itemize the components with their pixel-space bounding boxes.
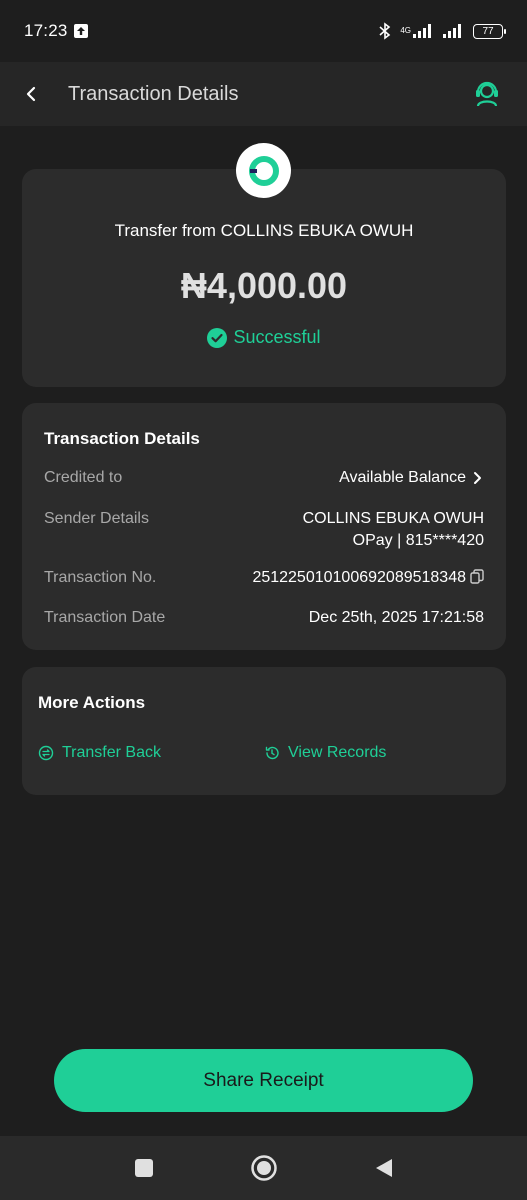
circle-icon: [250, 1155, 277, 1181]
status-badge: Successful: [22, 327, 506, 348]
recent-apps-button[interactable]: [129, 1153, 159, 1183]
system-navigation-bar: [0, 1136, 527, 1200]
sender-details-value: COLLINS EBUKA OWUH OPay | 815****420: [303, 510, 484, 550]
more-actions-card: More Actions Transfer Back View Records: [22, 667, 506, 795]
transaction-number-label: Transaction No.: [44, 569, 157, 586]
upload-notification-icon: [73, 24, 88, 38]
transaction-date-row: Transaction Date Dec 25th, 2025 17:21:58: [44, 609, 484, 627]
headset-icon: [476, 81, 498, 107]
transfer-back-button[interactable]: Transfer Back: [38, 744, 161, 762]
share-receipt-label: Share Receipt: [203, 1069, 324, 1091]
battery-level: 77: [482, 25, 494, 37]
page-title: Transaction Details: [68, 82, 239, 105]
credited-to-label: Credited to: [44, 469, 123, 486]
back-button[interactable]: [24, 78, 56, 110]
signal-icon-2: [443, 24, 461, 38]
status-bar: 17:23 4G 77: [0, 0, 527, 62]
check-circle-icon: [207, 327, 228, 348]
details-heading: Transaction Details: [44, 429, 200, 448]
transaction-number-text: 251225010100692089518348: [252, 569, 466, 586]
transaction-amount: ₦4,000.00: [180, 265, 348, 306]
back-nav-button[interactable]: [369, 1153, 399, 1183]
sender-bank-logo: [236, 143, 291, 198]
credited-to-text: Available Balance: [339, 469, 466, 486]
credited-to-row[interactable]: Credited to Available Balance: [44, 469, 484, 487]
view-records-button[interactable]: View Records: [264, 744, 386, 762]
sender-details-label: Sender Details: [44, 510, 149, 527]
share-receipt-button[interactable]: Share Receipt: [54, 1049, 473, 1112]
sender-details-row: Sender Details COLLINS EBUKA OWUH OPay |…: [44, 510, 484, 550]
transfer-back-icon: [38, 745, 54, 761]
network-type-label: 4G: [400, 26, 411, 35]
transfer-title: Transfer from COLLINS EBUKA OWUH: [114, 221, 414, 240]
chevron-left-icon: [26, 86, 36, 102]
screen: 17:23 4G 77 Transaction Details Transfer…: [0, 0, 527, 1200]
status-icons: 4G 77: [378, 22, 506, 40]
more-actions-heading: More Actions: [38, 693, 146, 712]
transfer-back-label: Transfer Back: [62, 744, 161, 761]
transaction-number-value: 251225010100692089518348: [252, 569, 484, 587]
copy-icon[interactable]: [470, 569, 484, 585]
sender-name: COLLINS EBUKA OWUH: [302, 510, 484, 527]
transaction-date-value: Dec 25th, 2025 17:21:58: [308, 609, 484, 626]
signal-icon: [413, 24, 431, 38]
status-time: 17:23: [24, 21, 68, 40]
transaction-summary-card: Transfer from COLLINS EBUKA OWUH ₦4,000.…: [22, 169, 506, 387]
transaction-date-label: Transaction Date: [44, 609, 166, 626]
credited-to-value[interactable]: Available Balance: [339, 469, 484, 487]
bluetooth-icon: [379, 22, 391, 40]
support-button[interactable]: [471, 78, 503, 110]
view-records-label: View Records: [288, 744, 387, 761]
header: Transaction Details: [0, 62, 527, 126]
status-text: Successful: [233, 327, 321, 347]
home-button[interactable]: [249, 1153, 279, 1183]
chevron-right-icon: [474, 472, 481, 484]
transaction-details-card: Transaction Details Credited to Availabl…: [22, 403, 506, 650]
opay-logo-icon: [248, 155, 279, 186]
history-icon: [265, 746, 279, 760]
battery-icon: 77: [473, 23, 506, 39]
square-icon: [134, 1159, 153, 1177]
sender-account: OPay | 815****420: [352, 532, 484, 549]
transaction-number-row: Transaction No. 251225010100692089518348: [44, 569, 484, 587]
triangle-back-icon: [375, 1159, 392, 1177]
